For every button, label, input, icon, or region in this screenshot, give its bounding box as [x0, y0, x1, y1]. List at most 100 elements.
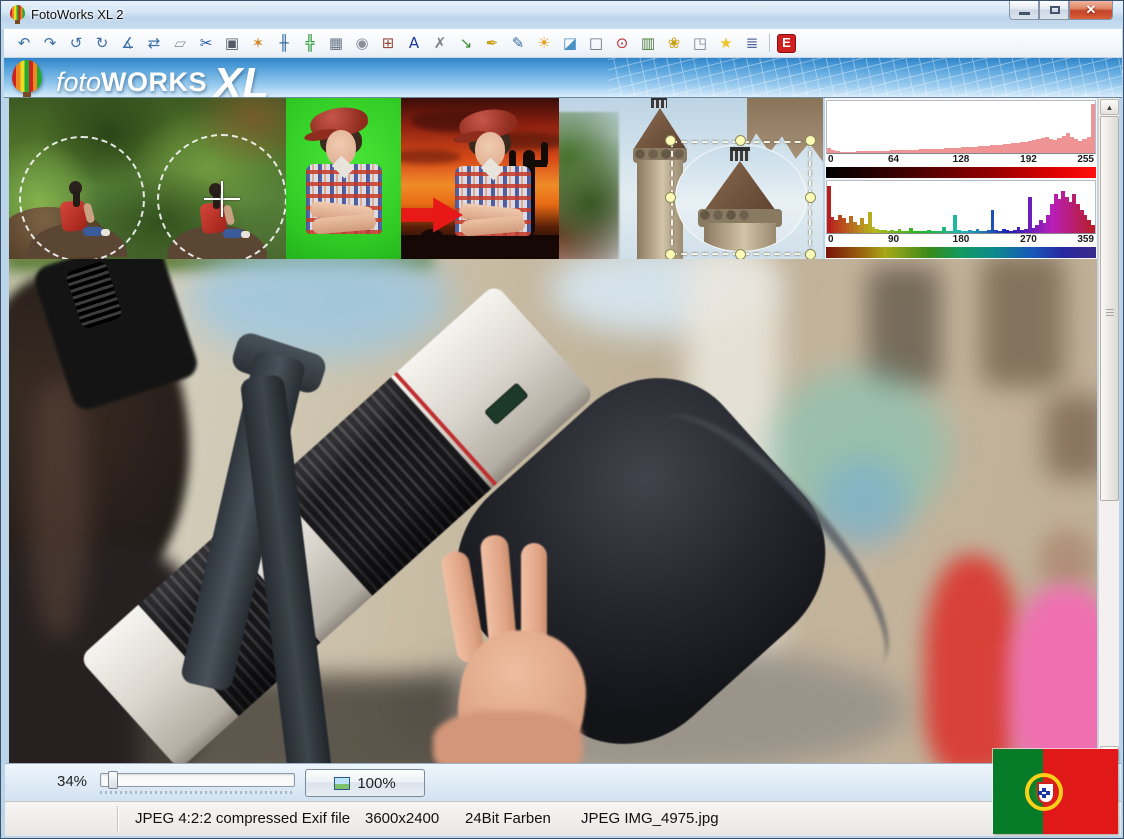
filename-status: JPEG IMG_4975.jpg: [581, 810, 719, 827]
batch-print-icon[interactable]: ≣: [740, 32, 764, 55]
histogram-tick-label: 64: [888, 154, 899, 165]
hue-histogram-plot: [826, 180, 1096, 234]
boy-figure: [302, 108, 388, 258]
hand-wrist: [433, 711, 583, 763]
brightness-icon[interactable]: ☀: [532, 32, 556, 55]
histogram-tick-label: 0: [828, 154, 834, 165]
tower-lantern: [651, 98, 667, 108]
histogram-tick-label: 270: [1020, 234, 1037, 245]
trees: [559, 112, 619, 259]
luminance-gradient-bar: [826, 167, 1096, 178]
vertical-scrollbar[interactable]: ▲ ▼: [1098, 98, 1119, 763]
stamp-effect-icon[interactable]: ▦: [324, 32, 348, 55]
exif-editor-button[interactable]: E: [777, 34, 796, 53]
histogram-panel: 0 64 128 192 255 0 90 180 270 359: [825, 98, 1097, 259]
rotate-cw-icon[interactable]: ↻: [90, 32, 114, 55]
rotate-right-90-icon[interactable]: ↷: [38, 32, 62, 55]
luminance-histogram-ticks: 0 64 128 192 255: [826, 154, 1096, 167]
brand-xl: XL: [213, 59, 269, 98]
zoom-100-button[interactable]: 100%: [305, 769, 425, 797]
zoom-percent-label: 34%: [57, 773, 87, 790]
magic-wand-icon[interactable]: ✶: [246, 32, 270, 55]
brand-foto: foto: [56, 67, 101, 97]
histogram-tick-label: 180: [953, 234, 970, 245]
selection-handle[interactable]: [735, 135, 746, 146]
hue-histogram-ticks: 090180270359: [826, 234, 1096, 247]
sample-selection-thumbnail[interactable]: [559, 98, 823, 259]
close-button[interactable]: ✕: [1069, 1, 1113, 20]
photographer-hair-sheen: [29, 379, 89, 639]
histogram-tick-label: 128: [953, 154, 970, 165]
crop-sheet-icon[interactable]: ▱: [168, 32, 192, 55]
luminance-histogram: 0 64 128 192 255: [826, 100, 1096, 178]
maximize-button[interactable]: [1039, 1, 1069, 20]
background-window: [1045, 395, 1097, 479]
close-icon: ✕: [1070, 2, 1112, 18]
histogram-tick-label: 192: [1020, 154, 1037, 165]
histogram-bar: [1091, 225, 1095, 233]
rotate-left-90-icon[interactable]: ↶: [12, 32, 36, 55]
zoom-slider[interactable]: [100, 773, 295, 787]
color-adjust-icon[interactable]: ╬: [298, 32, 322, 55]
brand-banner: fotoWORKSXL: [4, 58, 1122, 98]
selection-bounds: [671, 141, 811, 255]
levels-icon[interactable]: ╫: [272, 32, 296, 55]
camera-icon[interactable]: ◉: [350, 32, 374, 55]
minimize-button[interactable]: [1009, 1, 1039, 20]
text-tool-icon[interactable]: A: [402, 32, 426, 55]
balloon-logo-icon: [12, 60, 42, 92]
rotate-angle-icon[interactable]: ∡: [116, 32, 140, 55]
insert-image-icon[interactable]: ↘: [454, 32, 478, 55]
hue-gradient-bar: [826, 247, 1096, 258]
bush: [421, 229, 443, 243]
red-eye-icon[interactable]: ⊙: [610, 32, 634, 55]
sample-chromakey-after-thumbnail[interactable]: [401, 98, 559, 259]
luminance-histogram-plot: [826, 100, 1096, 154]
selection-handle[interactable]: [665, 249, 676, 259]
zoom-slider-thumb[interactable]: [108, 771, 118, 789]
histogram-tick-label: 359: [1077, 234, 1094, 245]
toolbar-icons: ↶↷↺↻∡⇄▱✂▣✶╫╬▦◉⊞A✗↘✒✎☀◪□⊙▥❀◳★≣: [12, 32, 764, 55]
flag-armillary-emblem: [1025, 773, 1063, 811]
histogram-tick-label: 90: [888, 234, 899, 245]
main-canvas[interactable]: [9, 259, 1097, 763]
selection-handle[interactable]: [805, 135, 816, 146]
scissors-icon[interactable]: ✂: [194, 32, 218, 55]
selection-handle[interactable]: [805, 192, 816, 203]
effects-gift-icon[interactable]: ❀: [662, 32, 686, 55]
favorites-star-icon[interactable]: ★: [714, 32, 738, 55]
crop-frame-icon[interactable]: ▣: [220, 32, 244, 55]
toolbar-separator: [769, 34, 770, 52]
zoom-100-label: 100%: [357, 775, 395, 792]
copy-shapes-icon[interactable]: ◳: [688, 32, 712, 55]
selection-handle[interactable]: [805, 249, 816, 259]
selection-handle[interactable]: [665, 135, 676, 146]
window-controls: ✕: [1009, 1, 1113, 20]
histogram-bar: [1091, 104, 1095, 153]
paint-tools-icon[interactable]: ✗: [428, 32, 452, 55]
selection-handle[interactable]: [665, 192, 676, 203]
border-frame-icon[interactable]: □: [584, 32, 608, 55]
background-person-red: [925, 555, 1021, 763]
fill-bucket-icon[interactable]: ◪: [558, 32, 582, 55]
scrollbar-thumb[interactable]: [1100, 116, 1119, 501]
mirror-flip-icon[interactable]: ⇄: [142, 32, 166, 55]
brand-wordmark: fotoWORKSXL: [56, 59, 269, 98]
framed-image-icon[interactable]: ⊞: [376, 32, 400, 55]
selection-handle[interactable]: [735, 249, 746, 259]
collage-icon[interactable]: ▥: [636, 32, 660, 55]
title-bar: FotoWorks XL 2 ✕: [1, 1, 1123, 29]
fit-image-icon: [334, 777, 350, 790]
pen-tool-icon[interactable]: ✒: [480, 32, 504, 55]
histogram-tick-label: 255: [1077, 154, 1094, 165]
lens-distance-window: [484, 382, 529, 425]
toolbar: ↶↷↺↻∡⇄▱✂▣✶╫╬▦◉⊞A✗↘✒✎☀◪□⊙▥❀◳★≣ E: [4, 29, 1122, 58]
retouch-icon[interactable]: ✎: [506, 32, 530, 55]
sample-clone-thumbnail[interactable]: [9, 98, 286, 259]
rotate-ccw-icon[interactable]: ↺: [64, 32, 88, 55]
scroll-up-button[interactable]: ▲: [1100, 99, 1119, 115]
sample-chromakey-before-thumbnail[interactable]: [286, 98, 401, 259]
clone-source-circle[interactable]: [19, 136, 145, 259]
window-title: FotoWorks XL 2: [31, 7, 123, 22]
language-flag-portugal[interactable]: [993, 749, 1118, 834]
